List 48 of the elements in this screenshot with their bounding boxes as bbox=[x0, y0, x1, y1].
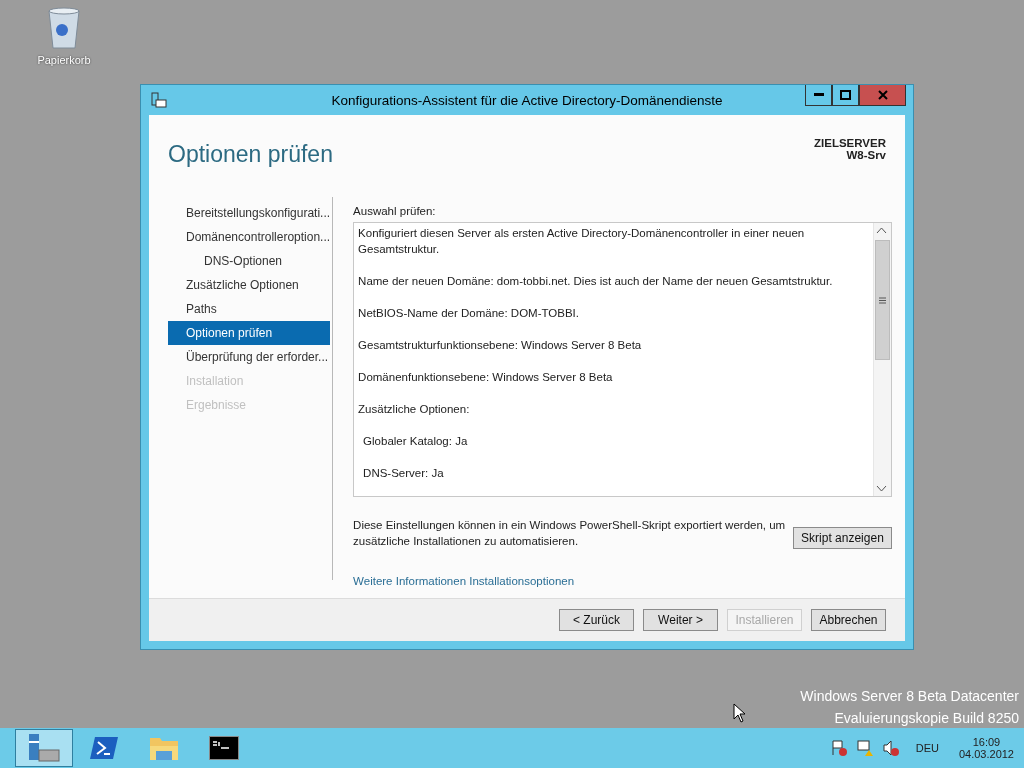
minimize-button[interactable] bbox=[805, 85, 832, 106]
watermark-text: Windows Server 8 Beta Datacenter bbox=[800, 688, 1019, 704]
close-button[interactable] bbox=[859, 85, 906, 106]
wizard-button[interactable]: Abbrechen bbox=[811, 609, 886, 631]
wizard-button[interactable]: Weiter > bbox=[643, 609, 718, 631]
mouse-cursor-icon bbox=[733, 703, 746, 723]
wizard-button[interactable]: < Zurück bbox=[559, 609, 634, 631]
wizard-step[interactable]: Paths bbox=[168, 297, 331, 321]
review-line: Domänenfunktionsebene: Windows Server 8 Beta bbox=[358, 370, 614, 385]
window-title: Konfigurations-Assistent für die Active Directory-Domänendienste bbox=[331, 92, 723, 108]
review-line: Gesamtstrukturfunktionsebene: Windows Server 8 Beta bbox=[358, 338, 643, 353]
page-heading: Optionen prüfen bbox=[168, 141, 333, 169]
review-line: NetBIOS-Name der Domäne: DOM-TOBBI. bbox=[358, 306, 580, 321]
maximize-button[interactable] bbox=[832, 85, 859, 106]
minimize-icon bbox=[813, 93, 824, 97]
watermark-text: Evaluierungskopie Build 8250 bbox=[834, 710, 1019, 726]
review-line: Globaler Katalog: Ja bbox=[362, 434, 469, 449]
wizard-step[interactable]: Bereitstellungskonfigurati... bbox=[168, 201, 331, 225]
maximize-icon bbox=[840, 90, 851, 100]
server-icon bbox=[27, 733, 61, 763]
wizard-step[interactable]: Optionen prüfen bbox=[168, 321, 331, 345]
review-text-area[interactable] bbox=[353, 222, 892, 497]
grip-icon bbox=[878, 296, 886, 304]
scrollbar[interactable] bbox=[872, 223, 891, 496]
review-line: Zusätzliche Optionen: bbox=[358, 402, 471, 417]
wizard-step[interactable]: Zusätzliche Optionen bbox=[168, 273, 331, 297]
target-server-label: ZIELSERVER bbox=[814, 137, 886, 149]
more-info-link[interactable]: Weitere Informationen Installationsoptionen bbox=[353, 575, 575, 587]
close-icon bbox=[877, 90, 888, 100]
recycle-bin-icon[interactable] bbox=[46, 6, 82, 50]
console-icon bbox=[209, 736, 239, 760]
review-label: Auswahl prüfen: bbox=[353, 205, 437, 217]
export-note: Diese Einstellungen können in ein Windows PowerShell-Skript exportiert werden, um zusätzliche Installationen zu automatisieren. bbox=[353, 518, 787, 549]
language-indicator[interactable]: DEU bbox=[915, 742, 939, 754]
app-icon bbox=[151, 92, 167, 108]
target-server-name: W8-Srv bbox=[846, 149, 886, 161]
flag-icon[interactable] bbox=[829, 739, 848, 757]
speaker-muted-icon[interactable] bbox=[881, 739, 900, 757]
wizard-step[interactable]: Domänencontrolleroption... bbox=[168, 225, 331, 249]
network-icon[interactable] bbox=[855, 739, 874, 757]
review-line: Konfiguriert diesen Server als ersten Active Directory-Domänencontroller in einer neuen Gesamtstruktur. bbox=[358, 226, 806, 257]
review-line: DNS-Server: Ja bbox=[362, 466, 445, 481]
powershell-icon bbox=[89, 735, 119, 761]
wizard-step[interactable]: DNS-Optionen bbox=[168, 249, 331, 273]
show-script-button[interactable]: Skript anzeigen bbox=[793, 527, 892, 549]
wizard-step[interactable]: Überprüfung der erforder... bbox=[168, 345, 331, 369]
review-line: Name der neuen Domäne: dom-tobbi.net. Dies ist auch der Name der neuen Gesamtstruktur. bbox=[358, 274, 834, 289]
clock[interactable]: 16:09 04.03.2012 bbox=[958, 736, 1014, 760]
